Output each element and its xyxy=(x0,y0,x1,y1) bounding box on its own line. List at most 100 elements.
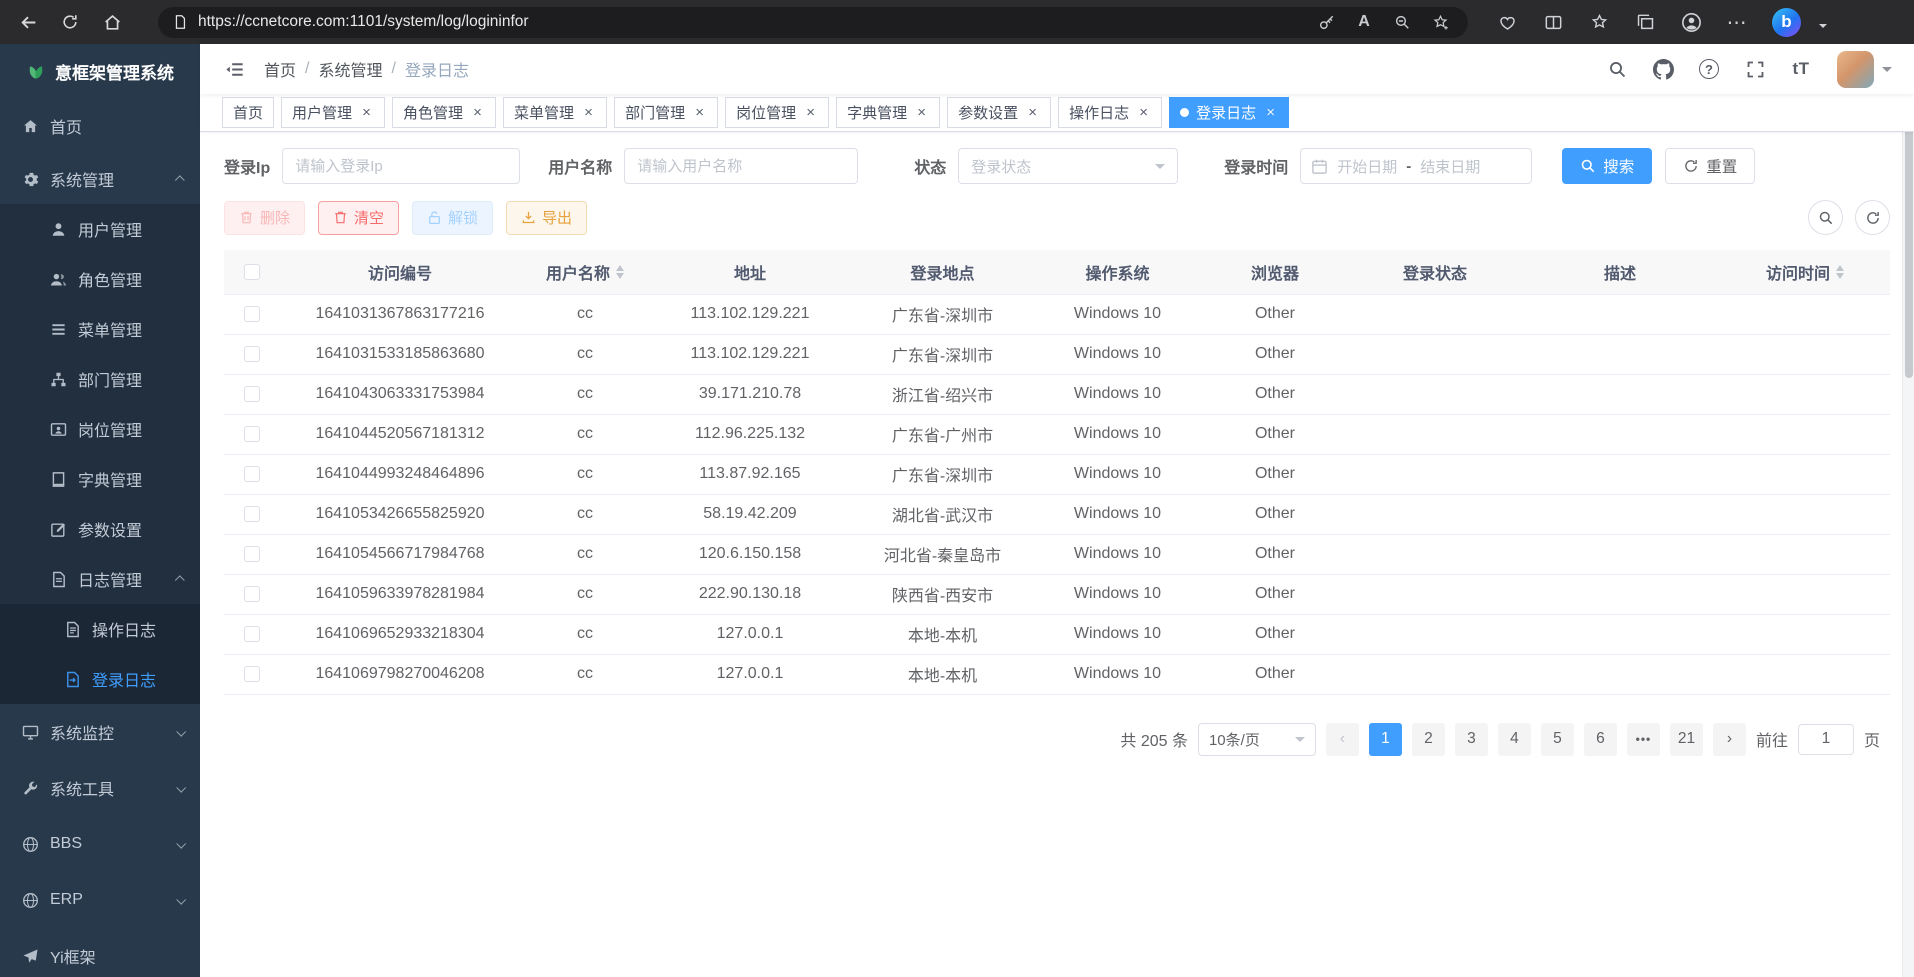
tab[interactable]: 字典管理 × xyxy=(836,97,940,128)
more-pages-button[interactable]: ••• xyxy=(1627,723,1660,756)
tab-close-icon[interactable]: × xyxy=(581,105,596,120)
tab[interactable]: 参数设置 × xyxy=(947,97,1051,128)
tab-close-icon[interactable]: × xyxy=(1136,105,1151,120)
read-aloud-icon[interactable]: A xyxy=(1350,8,1378,36)
tab[interactable]: 首页 xyxy=(222,97,274,128)
select-all-checkbox[interactable] xyxy=(244,264,260,280)
row-checkbox[interactable] xyxy=(244,306,260,322)
last-page-button[interactable]: 21 xyxy=(1670,723,1703,756)
next-page-button[interactable]: › xyxy=(1713,723,1746,756)
row-checkbox[interactable] xyxy=(244,626,260,642)
row-checkbox[interactable] xyxy=(244,586,260,602)
browser-more-menu-icon[interactable]: ⋯ xyxy=(1722,7,1752,37)
row-checkbox[interactable] xyxy=(244,426,260,442)
page-number-button[interactable]: 1 xyxy=(1369,723,1402,756)
tab-close-icon[interactable]: × xyxy=(1025,105,1040,120)
url-text[interactable]: https://ccnetcore.com:1101/system/log/lo… xyxy=(198,13,529,31)
page-scrollbar[interactable] xyxy=(1902,44,1914,977)
add-favorite-icon[interactable] xyxy=(1426,8,1454,36)
unlock-button[interactable]: 解锁 xyxy=(412,201,493,235)
sidebar-item-bbs[interactable]: BBS xyxy=(0,816,200,872)
favorites-icon[interactable] xyxy=(1584,7,1614,37)
tab[interactable]: 角色管理 × xyxy=(392,97,496,128)
collections-icon[interactable] xyxy=(1630,7,1660,37)
tab[interactable]: 操作日志 × xyxy=(1058,97,1162,128)
date-range-picker[interactable]: 开始日期 - 结束日期 xyxy=(1300,148,1532,184)
user-menu[interactable] xyxy=(1837,51,1892,88)
tab[interactable]: 用户管理 × xyxy=(281,97,385,128)
goto-page-input[interactable] xyxy=(1798,724,1854,755)
sort-carets-icon[interactable] xyxy=(616,265,624,279)
sidebar-item-dept-management[interactable]: 部门管理 xyxy=(0,354,200,404)
sidebar-toggle-button[interactable] xyxy=(222,57,246,81)
sidebar-caret-icon[interactable] xyxy=(1819,24,1827,32)
sidebar-item-erp[interactable]: ERP xyxy=(0,872,200,928)
sidebar-item-system-tools[interactable]: 系统工具 xyxy=(0,760,200,816)
browser-essentials-icon[interactable] xyxy=(1492,7,1522,37)
search-button[interactable]: 搜索 xyxy=(1562,148,1652,184)
sidebar-item-role-management[interactable]: 角色管理 xyxy=(0,254,200,304)
page-number-button[interactable]: 2 xyxy=(1412,723,1445,756)
delete-button[interactable]: 删除 xyxy=(224,201,305,235)
status-select[interactable]: 登录状态 xyxy=(958,148,1178,184)
tab-close-icon[interactable]: × xyxy=(359,105,374,120)
split-screen-icon[interactable] xyxy=(1538,7,1568,37)
sidebar-item-param-settings[interactable]: 参数设置 xyxy=(0,504,200,554)
sidebar-item-dict-management[interactable]: 字典管理 xyxy=(0,454,200,504)
sidebar-item-system-monitor[interactable]: 系统监控 xyxy=(0,704,200,760)
row-checkbox[interactable] xyxy=(244,666,260,682)
header-search-icon[interactable] xyxy=(1605,57,1629,81)
refresh-table-button[interactable] xyxy=(1855,200,1890,235)
sidebar-item-post-management[interactable]: 岗位管理 xyxy=(0,404,200,454)
page-number-button[interactable]: 3 xyxy=(1455,723,1488,756)
sidebar-item-user-management[interactable]: 用户管理 xyxy=(0,204,200,254)
browser-refresh-button[interactable] xyxy=(52,4,88,40)
row-checkbox[interactable] xyxy=(244,506,260,522)
browser-home-button[interactable] xyxy=(94,4,130,40)
row-checkbox[interactable] xyxy=(244,466,260,482)
clear-button[interactable]: 清空 xyxy=(318,201,399,235)
row-checkbox[interactable] xyxy=(244,346,260,362)
sidebar-item-home[interactable]: 首页 xyxy=(0,98,200,154)
avatar[interactable] xyxy=(1837,51,1874,88)
tab-close-icon[interactable]: × xyxy=(1263,105,1278,120)
page-size-select[interactable]: 10条/页 xyxy=(1198,723,1316,756)
breadcrumb-home[interactable]: 首页 xyxy=(264,57,296,81)
tab[interactable]: 登录日志 × xyxy=(1169,97,1289,128)
tab-close-icon[interactable]: × xyxy=(914,105,929,120)
row-checkbox[interactable] xyxy=(244,546,260,562)
tab-close-icon[interactable]: × xyxy=(692,105,707,120)
help-icon[interactable]: ? xyxy=(1697,57,1721,81)
sidebar-item-log-management[interactable]: 日志管理 xyxy=(0,554,200,604)
sort-carets-icon[interactable] xyxy=(1836,265,1844,279)
sidebar-item-operation-log[interactable]: 操作日志 xyxy=(0,604,200,654)
sidebar-item-menu-management[interactable]: 菜单管理 xyxy=(0,304,200,354)
browser-profile-icon[interactable] xyxy=(1676,7,1706,37)
password-key-icon[interactable] xyxy=(1312,8,1340,36)
tab[interactable]: 菜单管理 × xyxy=(503,97,607,128)
tab-close-icon[interactable]: × xyxy=(470,105,485,120)
reset-button[interactable]: 重置 xyxy=(1665,148,1755,184)
breadcrumb-system[interactable]: 系统管理 xyxy=(318,57,382,81)
app-logo[interactable]: 意框架管理系统 xyxy=(0,44,200,98)
font-size-icon[interactable]: tT xyxy=(1789,57,1813,81)
page-number-button[interactable]: 4 xyxy=(1498,723,1531,756)
zoom-out-icon[interactable] xyxy=(1388,8,1416,36)
prev-page-button[interactable]: ‹ xyxy=(1326,723,1359,756)
bing-sidebar-icon[interactable]: b xyxy=(1772,8,1801,37)
sidebar-item-yi-framework[interactable]: Yi框架 xyxy=(0,928,200,977)
address-bar[interactable]: https://ccnetcore.com:1101/system/log/lo… xyxy=(158,7,1468,38)
row-checkbox[interactable] xyxy=(244,386,260,402)
github-icon[interactable] xyxy=(1651,57,1675,81)
col-visit-time[interactable]: 访问时间 xyxy=(1720,250,1890,294)
col-username[interactable]: 用户名称 xyxy=(520,250,650,294)
export-button[interactable]: 导出 xyxy=(506,201,587,235)
page-number-button[interactable]: 6 xyxy=(1584,723,1617,756)
tab[interactable]: 岗位管理 × xyxy=(725,97,829,128)
sidebar-item-login-log[interactable]: 登录日志 xyxy=(0,654,200,704)
page-number-button[interactable]: 5 xyxy=(1541,723,1574,756)
sidebar-item-system-management[interactable]: 系统管理 xyxy=(0,154,200,204)
login-ip-input[interactable] xyxy=(282,148,520,184)
toggle-search-button[interactable] xyxy=(1808,200,1843,235)
tab-close-icon[interactable]: × xyxy=(803,105,818,120)
